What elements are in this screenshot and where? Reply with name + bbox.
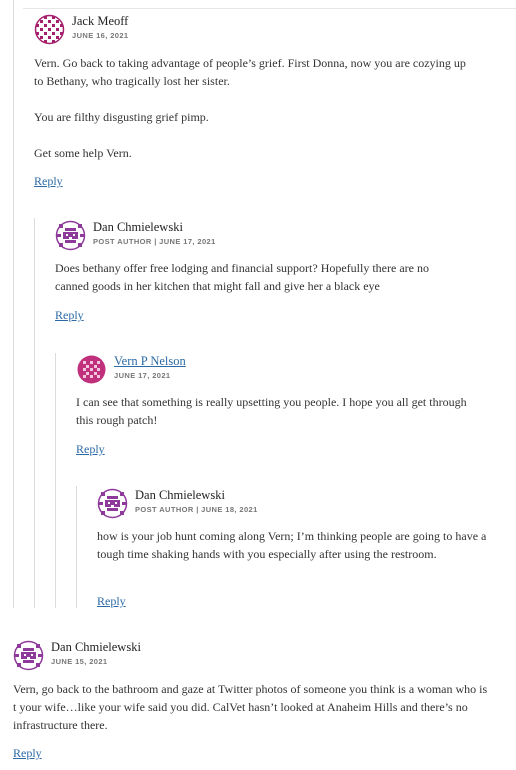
comment-author: Dan Chmielewski	[135, 488, 225, 502]
comment-paragraph: Get some help Vern.	[34, 146, 132, 160]
comment-paragraph: I can see that something is really upset…	[76, 395, 467, 427]
thread-line-level-4	[76, 486, 77, 608]
comment-body: Vern. Go back to taking advantage of peo…	[34, 54, 474, 162]
comment-date: JUNE 16, 2021	[72, 31, 129, 40]
comment-author-link[interactable]: Vern P Nelson	[114, 354, 186, 369]
comment-paragraph: Vern. Go back to taking advantage of peo…	[34, 56, 466, 88]
comment-date: POST AUTHOR | JUNE 17, 2021	[93, 237, 216, 246]
comment-date: POST AUTHOR | JUNE 18, 2021	[135, 505, 258, 514]
identicon-avatar-icon	[76, 354, 107, 385]
reply-link[interactable]: Reply	[76, 442, 105, 457]
comment-paragraph: Does bethany offer free lodging and fina…	[55, 261, 429, 293]
comment-body: Vern, go back to the bathroom and gaze a…	[13, 680, 493, 734]
thread-line-level-1	[13, 0, 14, 608]
comment-author: Dan Chmielewski	[93, 220, 183, 234]
comment-date: JUNE 15, 2021	[51, 657, 108, 666]
comment-date: JUNE 17, 2021	[114, 371, 171, 380]
comment-body: Does bethany offer free lodging and fina…	[55, 259, 465, 295]
identicon-avatar-icon	[13, 640, 44, 671]
thread-top-divider	[23, 8, 516, 9]
comment-author: Dan Chmielewski	[51, 640, 141, 654]
identicon-avatar-icon	[97, 488, 128, 519]
comment-body: how is your job hunt coming along Vern; …	[97, 527, 492, 563]
comment-paragraph: how is your job hunt coming along Vern; …	[97, 529, 487, 561]
identicon-avatar-icon	[34, 14, 65, 45]
reply-link[interactable]: Reply	[34, 174, 63, 189]
comment-author: Jack Meoff	[72, 14, 129, 28]
comment-paragraph: You are filthy disgusting grief pimp.	[34, 110, 209, 124]
thread-line-level-2	[34, 218, 35, 608]
reply-link[interactable]: Reply	[55, 308, 84, 323]
comment-body: I can see that something is really upset…	[76, 393, 476, 429]
identicon-avatar-icon	[55, 220, 86, 251]
thread-line-level-3	[55, 353, 56, 608]
reply-link[interactable]: Reply	[97, 594, 126, 609]
reply-link[interactable]: Reply	[13, 746, 42, 761]
comment-paragraph: Vern, go back to the bathroom and gaze a…	[13, 682, 488, 732]
